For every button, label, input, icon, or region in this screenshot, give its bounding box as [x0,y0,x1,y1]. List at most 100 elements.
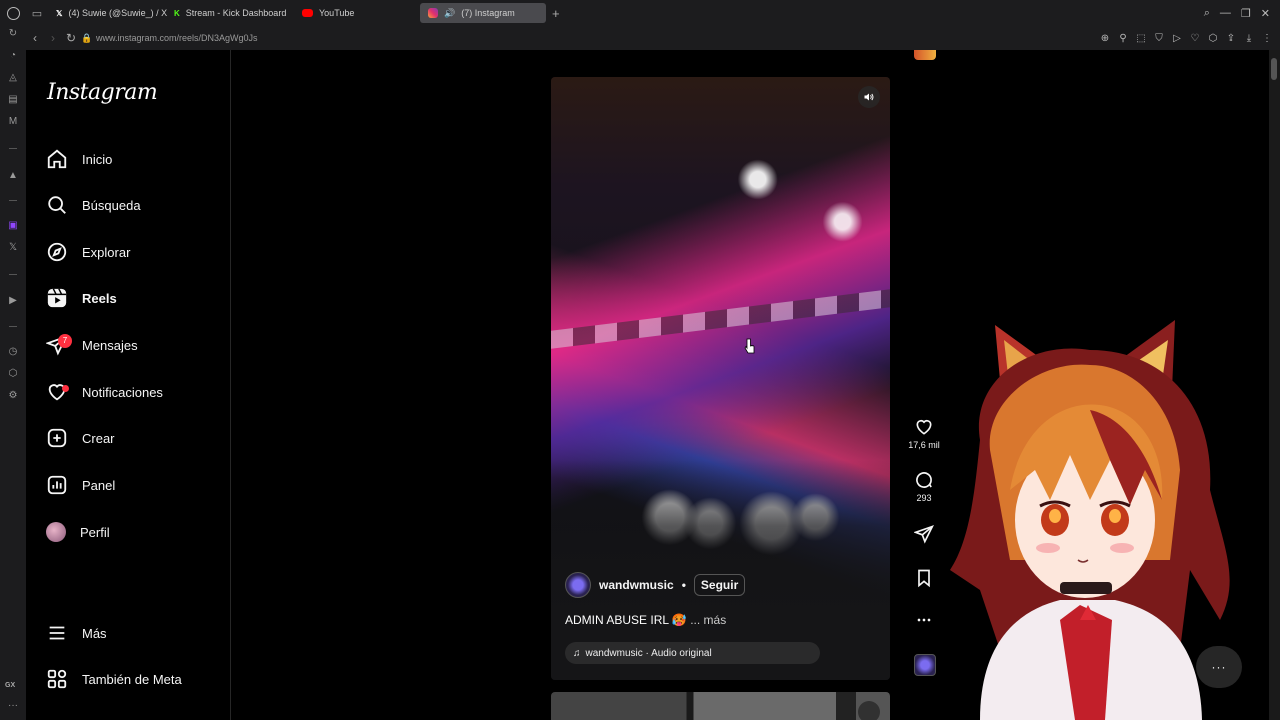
nav-item-reels[interactable]: Reels [46,283,117,313]
speaker-icon[interactable]: 🔊 [444,8,455,19]
reel-video[interactable]: wandwmusic • Seguir ADMIN ABUSE IRL 🥵 ..… [551,77,890,680]
minimize-icon[interactable]: — [1220,7,1231,20]
next-sound-button[interactable] [858,701,880,720]
nav-item-mensajes[interactable]: 7 Mensajes [45,330,138,360]
author-username[interactable]: wandwmusic [599,578,674,592]
instagram-logo[interactable]: Instagram [47,80,158,105]
extensions-icon[interactable]: ⬡ [1208,33,1218,44]
player-rail-icon[interactable]: ▶ [7,295,19,307]
comment-action[interactable]: 293 [907,470,941,503]
nav-item-mas[interactable]: Más [46,618,107,648]
forward-button[interactable]: › [44,31,62,45]
more-options-action[interactable] [907,610,941,630]
url-field[interactable]: www.instagram.com/reels/DN3AgWg0Js [96,33,258,43]
refresh-rail-icon[interactable]: ↻ [7,28,19,40]
zoom-icon[interactable]: ⊕ [1100,33,1110,44]
tab-title: (4) Suwie (@Suwie_) / X [68,8,168,18]
bookmark-heart-icon[interactable]: ♡ [1190,33,1200,44]
sound-toggle-button[interactable] [858,86,880,108]
notification-dot [62,385,69,392]
pin-icon[interactable]: ⚲ [1118,33,1128,44]
reels-icon [47,288,67,308]
previous-reel-thumbnail[interactable] [914,50,936,60]
aria-rail-icon[interactable]: ▲ [7,170,19,182]
more-link[interactable]: ... más [690,613,726,627]
next-reel-preview[interactable] [551,692,890,720]
x-icon: 𝕏 [56,8,63,18]
nav-item-inicio[interactable]: Inicio [46,144,112,174]
share-action[interactable] [907,524,941,544]
nav-item-meta[interactable]: También de Meta [46,664,182,694]
nav-item-explorar[interactable]: Explorar [46,237,130,267]
message-count-badge: 7 [58,334,72,348]
search-icon [48,196,66,214]
settings-rail-icon[interactable]: ⚙ [7,390,19,402]
nav-label: Panel [82,477,116,493]
extensions-rail-icon[interactable]: ⬡ [7,368,19,380]
reel-caption: ADMIN ABUSE IRL 🥵 ... más [565,613,726,627]
snapshot-icon[interactable]: ⬚ [1136,33,1146,44]
menu-icon[interactable]: ⋮ [1262,33,1272,44]
tab-instagram[interactable]: 🔊 (7) Instagram [420,3,546,23]
browser-sidebar: ↻ ◔ ◬ ▤ M ▲ ▣ 𝕏 ▶ ◷ ⬡ ⚙ GX ··· [0,26,26,720]
x-rail-icon[interactable]: 𝕏 [7,242,19,254]
chat-button[interactable]: ··· [1196,646,1242,688]
reload-button[interactable]: ↻ [62,31,80,45]
nav-item-perfil[interactable]: Perfil [46,517,110,547]
tab-title: Stream - Kick Dashboard [185,8,287,18]
share-icon[interactable]: ⇪ [1226,33,1236,44]
follow-button[interactable]: Seguir [693,574,746,596]
save-action[interactable] [907,568,941,588]
twitch-icon[interactable]: ▣ [7,220,19,232]
more-rail-icon[interactable]: ··· [7,700,19,712]
nav-label: Crear [82,430,115,446]
tab-title: (7) Instagram [461,8,515,18]
instagram-icon [428,8,438,18]
like-action[interactable]: 17,6 mil [907,417,941,450]
youtube-icon [302,9,313,17]
mail-rail-icon[interactable]: M [7,116,19,128]
shield-icon[interactable]: ⛉ [1154,33,1164,44]
nav-item-crear[interactable]: Crear [46,423,115,453]
play-icon[interactable]: ▷ [1172,33,1182,44]
speaker-icon [864,93,874,101]
tab-kick[interactable]: K Stream - Kick Dashboard [166,3,294,23]
back-button[interactable]: ‹ [26,31,44,45]
audio-chip[interactable]: ♫ wandwmusic · Audio original [565,642,820,664]
nav-item-busqueda[interactable]: Búsqueda [46,190,141,220]
nav-item-panel[interactable]: Panel [46,470,115,500]
download-icon[interactable]: ⤓ [1244,33,1254,44]
like-count: 17,6 mil [908,440,940,450]
plus-square-icon [47,428,67,448]
wallet-rail-icon[interactable]: ▤ [7,94,19,106]
nav-label: Mensajes [82,337,138,353]
separator-dot: • [681,578,686,592]
kick-icon: K [174,8,180,18]
meta-icon [47,669,67,689]
tab-youtube[interactable]: YouTube [294,3,420,23]
reel-author: wandwmusic • Seguir [565,572,746,598]
search-tabs-icon[interactable]: ⌕ [1204,7,1210,20]
nav-item-notificaciones[interactable]: Notificaciones [46,377,163,407]
clock-rail-icon[interactable]: ◷ [7,346,19,358]
audio-thumbnail[interactable] [914,654,936,676]
tab-x[interactable]: 𝕏 (4) Suwie (@Suwie_) / X [48,3,168,23]
home-icon [47,149,67,169]
opera-logo-icon[interactable] [0,0,26,26]
more-icon [917,618,931,622]
page-scrollbar[interactable] [1269,50,1280,720]
menu-icon [49,626,65,640]
scrollbar-thumb[interactable] [1271,58,1277,80]
bag-rail-icon[interactable]: ◬ [7,72,19,84]
audio-label: wandwmusic · Audio original [585,647,712,659]
nav-label: Explorar [82,244,131,260]
author-avatar[interactable] [565,572,591,598]
tab-switcher-icon[interactable]: ▭ [26,0,48,26]
restore-icon[interactable]: ❐ [1241,7,1251,20]
bookmark-icon [918,569,930,588]
browser-tabbar: ▭ 𝕏 (4) Suwie (@Suwie_) / X K Stream - K… [0,0,1280,26]
history-rail-icon[interactable]: ◔ [7,50,19,62]
new-tab-button[interactable]: + [546,6,566,21]
lock-icon[interactable]: 🔒 [80,33,94,44]
close-icon[interactable]: ✕ [1261,7,1270,20]
